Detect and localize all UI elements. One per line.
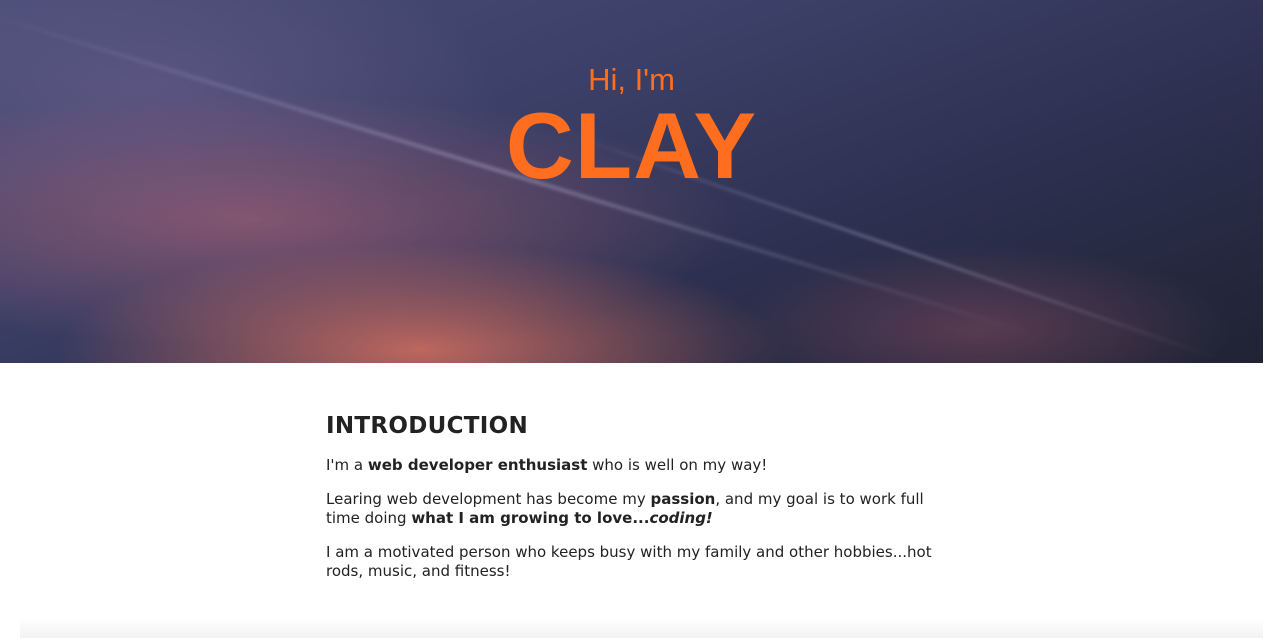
section-divider-shadow <box>20 618 1263 638</box>
introduction-section: INTRODUCTION I'm a web developer enthusi… <box>326 412 936 596</box>
text: I'm a <box>326 456 368 474</box>
intro-paragraph-2: Learing web development has become my pa… <box>326 490 936 528</box>
emphasis-italic: coding! <box>649 509 713 527</box>
hero-banner: Hi, I'm CLAY <box>0 0 1263 363</box>
emphasis: what I am growing to love... <box>411 509 650 527</box>
text: who is well on my way! <box>587 456 768 474</box>
intro-paragraph-3: I am a motivated person who keeps busy w… <box>326 543 932 580</box>
intro-paragraph-1: I'm a web developer enthusiast who is we… <box>326 456 936 475</box>
hero-name: CLAY <box>505 93 758 198</box>
emphasis: passion <box>650 490 716 508</box>
text: Learing web development has become my <box>326 490 651 508</box>
section-heading: INTRODUCTION <box>326 413 529 439</box>
emphasis: web developer enthusiast <box>367 456 588 474</box>
